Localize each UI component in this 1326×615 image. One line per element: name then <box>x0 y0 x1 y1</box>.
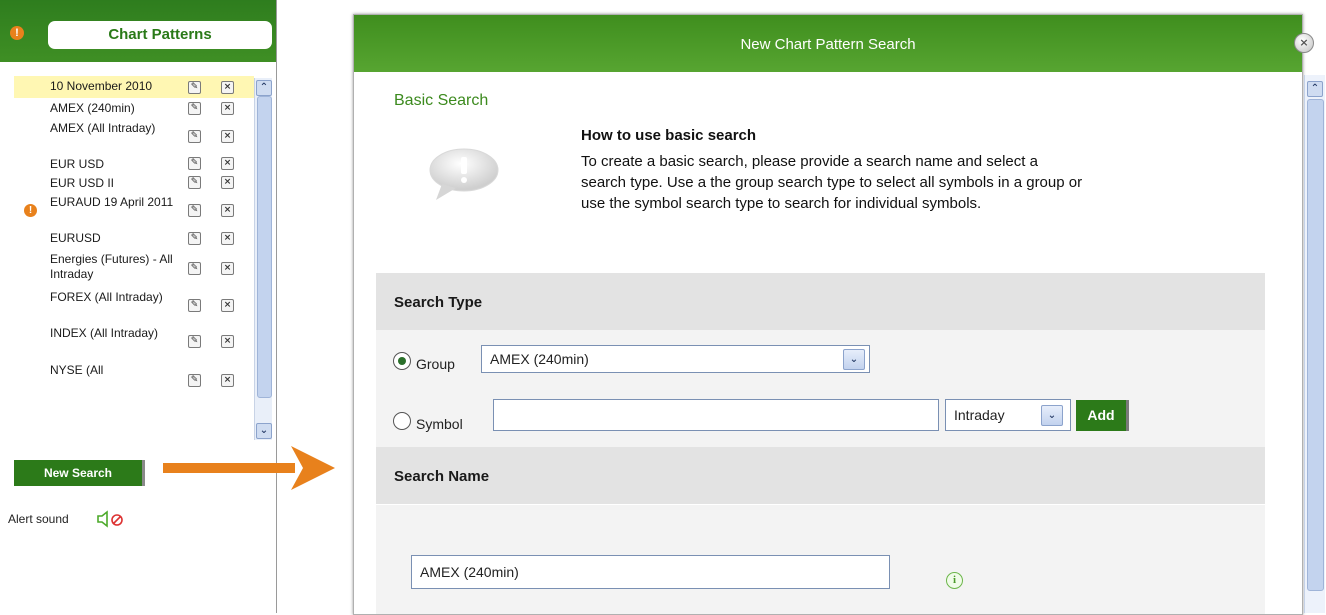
x-icon[interactable]: × <box>221 129 234 143</box>
howto-line: To create a basic search, please provide… <box>581 153 1038 170</box>
speaker-muted-icon[interactable] <box>96 510 126 528</box>
scrollbar-thumb[interactable] <box>1307 99 1324 591</box>
x-icon[interactable]: × <box>221 176 234 189</box>
howto-line: use the symbol search type to search for… <box>581 195 982 212</box>
pencil-icon[interactable]: ✎ <box>188 176 201 189</box>
x-icon[interactable]: × <box>221 232 234 245</box>
symbol-radio[interactable] <box>393 412 411 430</box>
search-name-header: Search Name <box>376 447 1265 504</box>
x-icon[interactable]: × <box>221 335 234 348</box>
alert-icon: ! <box>10 26 24 40</box>
list-item-label: Energies (Futures) - All Intraday <box>50 252 173 281</box>
symbol-input[interactable] <box>493 399 939 431</box>
list-item-label: EURUSD <box>50 231 101 245</box>
search-name-title: Search Name <box>394 468 490 485</box>
pencil-icon[interactable]: ✎ <box>188 129 201 143</box>
list-item[interactable]: 10 November 2010 ✎ × <box>14 76 254 98</box>
list-item-label: EURAUD 19 April 2011 <box>50 195 174 209</box>
symbol-label: Symbol <box>416 416 463 432</box>
list-item-label: INDEX (All Intraday) <box>50 326 159 340</box>
basic-search-heading: Basic Search <box>394 92 489 109</box>
x-icon[interactable]: × <box>221 373 234 387</box>
search-name-input[interactable]: AMEX (240min) <box>411 555 890 589</box>
list-item[interactable]: Energies (Futures) - All Intraday ✎ × <box>14 249 254 287</box>
x-icon[interactable]: × <box>221 261 234 275</box>
dialog-title: New Chart Pattern Search <box>740 36 916 53</box>
search-type-title: Search Type <box>394 294 483 311</box>
list-item[interactable]: EUR USD ✎ × <box>14 154 254 173</box>
search-name-value: AMEX (240min) <box>420 564 519 580</box>
list-item-label: EUR USD <box>50 157 105 171</box>
scroll-up-icon[interactable]: ⌃ <box>256 80 272 96</box>
pencil-icon[interactable]: ✎ <box>188 261 201 275</box>
scroll-up-icon[interactable]: ⌃ <box>1307 81 1323 97</box>
arrow-right-icon <box>163 446 335 490</box>
list-item-label: NYSE (All <box>50 363 104 377</box>
group-label: Group <box>416 356 455 372</box>
howto-line: search type. Use a the group search type… <box>581 174 1083 191</box>
alert-sound-label: Alert sound <box>8 512 69 526</box>
list-item[interactable]: EUR USD II ✎ × <box>14 173 254 192</box>
pencil-icon[interactable]: ✎ <box>188 101 201 115</box>
group-radio[interactable] <box>393 352 411 370</box>
x-icon[interactable]: × <box>221 157 234 170</box>
close-icon[interactable]: × <box>1294 33 1314 53</box>
pencil-icon[interactable]: ✎ <box>188 335 201 348</box>
howto-description: To create a basic search, please provide… <box>581 151 1241 214</box>
pencil-icon[interactable]: ✎ <box>188 298 201 312</box>
saved-search-list: 10 November 2010 ✎ × AMEX (240min) ✎ × AMEX (A… <box>14 76 254 439</box>
list-item[interactable]: AMEX (All Intraday) ✎ × <box>14 118 254 154</box>
list-item[interactable]: AMEX (240min) ✎ × <box>14 98 254 118</box>
list-item-label: 10 November 2010 <box>50 79 153 93</box>
alert-icon: ! <box>24 203 37 217</box>
scroll-down-icon[interactable]: ⌄ <box>256 423 272 439</box>
interval-select-value: Intraday <box>954 407 1005 423</box>
chevron-down-icon[interactable]: ⌄ <box>1041 405 1063 426</box>
list-item[interactable]: FOREX (All Intraday) ✎ × <box>14 287 254 323</box>
list-item-label: AMEX (All Intraday) <box>50 121 156 135</box>
scrollbar-thumb[interactable] <box>257 96 272 398</box>
list-item[interactable]: EURUSD ✎ × <box>14 228 254 249</box>
list-item-label: EUR USD II <box>50 176 115 190</box>
x-icon[interactable]: × <box>221 101 234 115</box>
list-scrollbar[interactable]: ⌃ ⌄ <box>254 78 272 440</box>
info-icon[interactable]: i <box>946 572 963 589</box>
x-icon[interactable]: × <box>221 298 234 312</box>
dialog-header: New Chart Pattern Search <box>354 15 1302 72</box>
list-item[interactable]: INDEX (All Intraday) ✎ × <box>14 323 254 360</box>
x-icon[interactable]: × <box>221 80 234 94</box>
add-button[interactable]: Add <box>1076 400 1129 431</box>
group-select-value: AMEX (240min) <box>490 351 589 367</box>
dialog-scrollbar[interactable]: ⌃ <box>1304 75 1325 613</box>
speech-bubble-icon <box>429 148 499 200</box>
list-item-label: FOREX (All Intraday) <box>50 290 163 304</box>
pencil-icon[interactable]: ✎ <box>188 203 201 217</box>
list-item[interactable]: NYSE (All ✎ × <box>14 360 254 400</box>
panel-header: ! Chart Patterns <box>0 0 276 62</box>
list-item-label: AMEX (240min) <box>50 101 135 115</box>
x-icon[interactable]: × <box>221 203 234 217</box>
interval-select[interactable]: Intraday ⌄ <box>945 399 1071 431</box>
chart-patterns-panel: ! Chart Patterns 10 November 2010 ✎ × AMEX … <box>0 0 277 613</box>
search-type-header: Search Type <box>376 273 1265 330</box>
pencil-icon[interactable]: ✎ <box>188 80 201 94</box>
pencil-icon[interactable]: ✎ <box>188 157 201 170</box>
group-select[interactable]: AMEX (240min) ⌄ <box>481 345 870 373</box>
howto-title: How to use basic search <box>581 127 757 144</box>
new-search-dialog: New Chart Pattern Search Basic Search Ho… <box>353 14 1303 615</box>
chevron-down-icon[interactable]: ⌄ <box>843 349 865 370</box>
panel-title: Chart Patterns <box>48 21 272 49</box>
pencil-icon[interactable]: ✎ <box>188 373 201 387</box>
pencil-icon[interactable]: ✎ <box>188 232 201 245</box>
new-search-button[interactable]: New Search <box>14 460 145 486</box>
list-item[interactable]: ! EURAUD 19 April 2011 ✎ × <box>14 192 254 228</box>
